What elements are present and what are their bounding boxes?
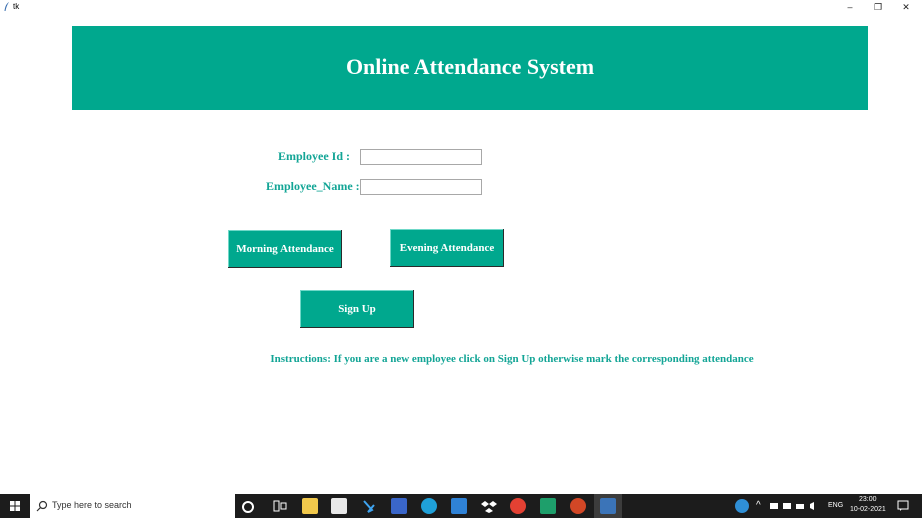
minimize-button[interactable]: – bbox=[836, 0, 864, 14]
tk-feather-icon bbox=[4, 2, 9, 11]
employee-id-label: Employee Id : bbox=[278, 149, 350, 163]
mail-icon[interactable] bbox=[451, 498, 467, 514]
employee-name-input[interactable] bbox=[360, 179, 482, 195]
pycharm-icon[interactable] bbox=[540, 498, 556, 514]
tray-status-icons[interactable] bbox=[770, 502, 820, 510]
news-icon[interactable] bbox=[391, 498, 407, 514]
employee-name-label: Employee_Name : bbox=[266, 179, 360, 193]
taskbar: Type here to search ^ ENG 23:00 10-02-20… bbox=[0, 494, 922, 518]
header-banner: Online Attendance System bbox=[72, 26, 868, 110]
search-placeholder: Type here to search bbox=[52, 500, 132, 510]
page-title: Online Attendance System bbox=[345, 54, 595, 79]
close-button[interactable]: ✕ bbox=[892, 0, 920, 14]
chevron-up-icon[interactable]: ^ bbox=[756, 501, 761, 525]
task-view-icon[interactable] bbox=[272, 498, 288, 514]
help-icon[interactable] bbox=[735, 499, 749, 513]
search-icon bbox=[36, 500, 48, 512]
edge-icon[interactable] bbox=[421, 498, 437, 514]
evening-attendance-button[interactable]: Evening Attendance bbox=[390, 229, 504, 267]
instructions-text: Instructions: If you are a new employee … bbox=[270, 353, 754, 365]
cortana-icon[interactable] bbox=[242, 501, 254, 513]
morning-attendance-button[interactable]: Morning Attendance bbox=[228, 230, 342, 268]
notification-icon[interactable] bbox=[897, 500, 909, 524]
start-button[interactable] bbox=[0, 494, 30, 518]
taskbar-search[interactable]: Type here to search bbox=[30, 494, 235, 518]
chrome-icon[interactable] bbox=[510, 498, 526, 514]
vscode-icon[interactable] bbox=[361, 498, 377, 514]
employee-id-input[interactable] bbox=[360, 149, 482, 165]
powerpoint-icon[interactable] bbox=[570, 498, 586, 514]
sign-up-button[interactable]: Sign Up bbox=[300, 290, 414, 328]
store-icon[interactable] bbox=[331, 498, 347, 514]
python-tk-icon[interactable] bbox=[600, 498, 616, 514]
language-indicator[interactable]: ENG bbox=[828, 502, 843, 526]
window-titlebar: tk – ❐ ✕ bbox=[0, 0, 922, 14]
clock-date[interactable]: 10-02-2021 bbox=[850, 506, 886, 530]
window-title: tk bbox=[13, 2, 20, 11]
dropbox-icon[interactable] bbox=[481, 498, 497, 514]
maximize-button[interactable]: ❐ bbox=[864, 0, 892, 14]
app-window: Online Attendance System Employee Id : E… bbox=[0, 14, 922, 494]
file-explorer-icon[interactable] bbox=[302, 498, 318, 514]
windows-logo-icon bbox=[10, 501, 20, 511]
